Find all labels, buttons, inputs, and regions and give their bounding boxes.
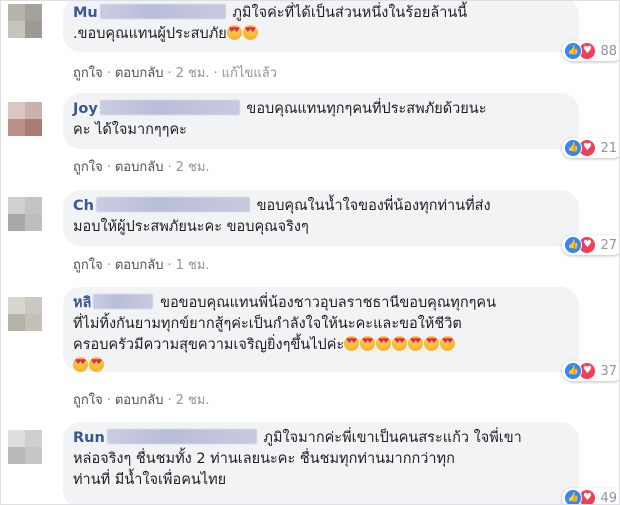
comment-thread: Mu ภูมิใจค่ะที่ได้เป็นส่วนหนึ่งในร้อยล้า… (0, 0, 620, 505)
timestamp[interactable]: 2 ชม. (176, 66, 210, 81)
reply-link[interactable]: ตอบกลับ (115, 393, 164, 408)
comment-text-line: ขอบคุณในน้ำใจของพี่น้องทุกท่านที่ส่ง (256, 198, 491, 214)
avatar[interactable] (8, 4, 42, 38)
comment-actions: ถูกใจ · ตอบกลับ · 2 ชม. · แก้ไขแล้ว (73, 66, 277, 81)
reaction-summary[interactable]: 👍 ♥ 27 (562, 235, 619, 255)
comment-text-line: มอบให้ผู้ประสพภัยนะคะ ขอบคุณจริงๆ (73, 219, 309, 235)
comment-actions: ถูกใจ · ตอบกลับ · 2 ชม. (73, 393, 210, 408)
comment-text-line: ขอขอบคุณแทนพี่น้องชาวอุบลราชธานีขอบคุณทุ… (160, 295, 497, 311)
avatar[interactable] (8, 102, 42, 136)
comment-text-line: หล่อจริงๆ ชื่นชมทั้ง 2 ท่านเลยนะคะ ชื่นช… (73, 451, 455, 467)
reply-link[interactable]: ตอบกลับ (115, 66, 164, 81)
heart-eyes-emoji-icon (440, 336, 456, 351)
comment-text-line: ขอบคุณแทนทุกๆคนที่ประสพภัยด้วยนะ (246, 101, 487, 117)
timestamp[interactable]: 2 ชม. (176, 160, 210, 175)
redacted-name (95, 197, 250, 212)
comment-bubble: Joy ขอบคุณแทนทุกๆคนที่ประสพภัยด้วยนะ คะ … (63, 93, 619, 158)
comment-bubble: Ch ขอบคุณในน้ำใจของพี่น้องทุกท่านที่ส่ง … (63, 190, 619, 255)
edited-label[interactable]: แก้ไขแล้ว (222, 66, 277, 81)
author-name[interactable]: Run (73, 430, 105, 446)
comment-actions: ถูกใจ · ตอบกลับ · 1 ชม. (73, 258, 210, 273)
avatar[interactable] (8, 430, 42, 464)
reaction-count: 21 (600, 140, 617, 156)
heart-eyes-emoji-icon (360, 336, 376, 351)
comment-actions: ถูกใจ · ตอบกลับ · 2 ชม. (73, 160, 210, 175)
like-link[interactable]: ถูกใจ (73, 258, 103, 273)
reaction-summary[interactable]: 👍 ♥ 21 (562, 138, 619, 158)
like-link[interactable]: ถูกใจ (73, 160, 103, 175)
comment-text-line: ท่านที่ มีน้ำใจเพื่อคนไทย (73, 472, 227, 488)
like-link[interactable]: ถูกใจ (73, 393, 103, 408)
redacted-name (99, 100, 240, 115)
heart-eyes-emoji-icon (73, 357, 88, 372)
heart-eyes-emoji-icon (344, 336, 360, 351)
comment-text-line: ภูมิใจมากค่ะพี่เขาเป็นคนสระแก้ว ใจพี่เขา (263, 430, 522, 446)
comment-bubble: Mu ภูมิใจค่ะที่ได้เป็นส่วนหนึ่งในร้อยล้า… (63, 1, 619, 61)
heart-eyes-emoji-icon (376, 336, 392, 351)
heart-eyes-emoji-icon (226, 25, 242, 40)
author-name[interactable]: Mu (73, 5, 98, 21)
comment-text-line: ภูมิใจค่ะที่ได้เป็นส่วนหนึ่งในร้อยล้านนี… (232, 5, 468, 21)
redacted-name (99, 4, 226, 19)
reaction-summary[interactable]: 👍 ♥ 88 (562, 41, 619, 61)
author-name[interactable]: หลิ (73, 295, 91, 311)
reaction-count: 37 (600, 363, 617, 379)
author-name[interactable]: Joy (73, 101, 98, 117)
heart-eyes-emoji-icon (392, 336, 408, 351)
comment-text-line: คะ ได้ใจมากๆๆคะ (73, 122, 187, 138)
reaction-count: 27 (600, 237, 617, 253)
reply-link[interactable]: ตอบกลับ (115, 258, 164, 273)
like-link[interactable]: ถูกใจ (73, 66, 103, 81)
reaction-summary[interactable]: 👍 ♥ 49 (562, 488, 619, 505)
timestamp[interactable]: 2 ชม. (176, 393, 210, 408)
heart-eyes-emoji-icon (89, 357, 104, 372)
like-icon: 👍 (564, 489, 583, 504)
timestamp[interactable]: 1 ชม. (176, 258, 210, 273)
avatar[interactable] (8, 297, 42, 331)
heart-eyes-emoji-icon (242, 25, 258, 40)
reaction-count: 88 (600, 43, 617, 59)
redacted-name (106, 429, 257, 444)
comment-bubble: Run ภูมิใจมากค่ะพี่เขาเป็นคนสระแก้ว ใจพี… (63, 422, 619, 504)
comment-text-line: ครอบครัวมีความสุขความเจริญยิ่งๆขึ้นไปค่ะ (73, 337, 345, 353)
reaction-summary[interactable]: 👍 ♥ 37 (562, 361, 619, 381)
comment-text-line: .ขอบคุณแทนผู้ประสบภัย (73, 26, 227, 42)
reaction-count: 49 (600, 490, 617, 505)
redacted-name (93, 294, 154, 309)
avatar[interactable] (8, 197, 42, 231)
heart-eyes-emoji-icon (424, 336, 440, 351)
comment-bubble: หลิ ขอขอบคุณแทนพี่น้องชาวอุบลราชธานีขอบค… (63, 287, 619, 381)
author-name[interactable]: Ch (73, 198, 94, 214)
comment-text-line: ที่ไม่ทิ้งกันยามทุกข์ยากสู้ๆค่ะเป็นกำลัง… (73, 316, 462, 332)
heart-eyes-emoji-icon (408, 336, 424, 351)
reply-link[interactable]: ตอบกลับ (115, 160, 164, 175)
